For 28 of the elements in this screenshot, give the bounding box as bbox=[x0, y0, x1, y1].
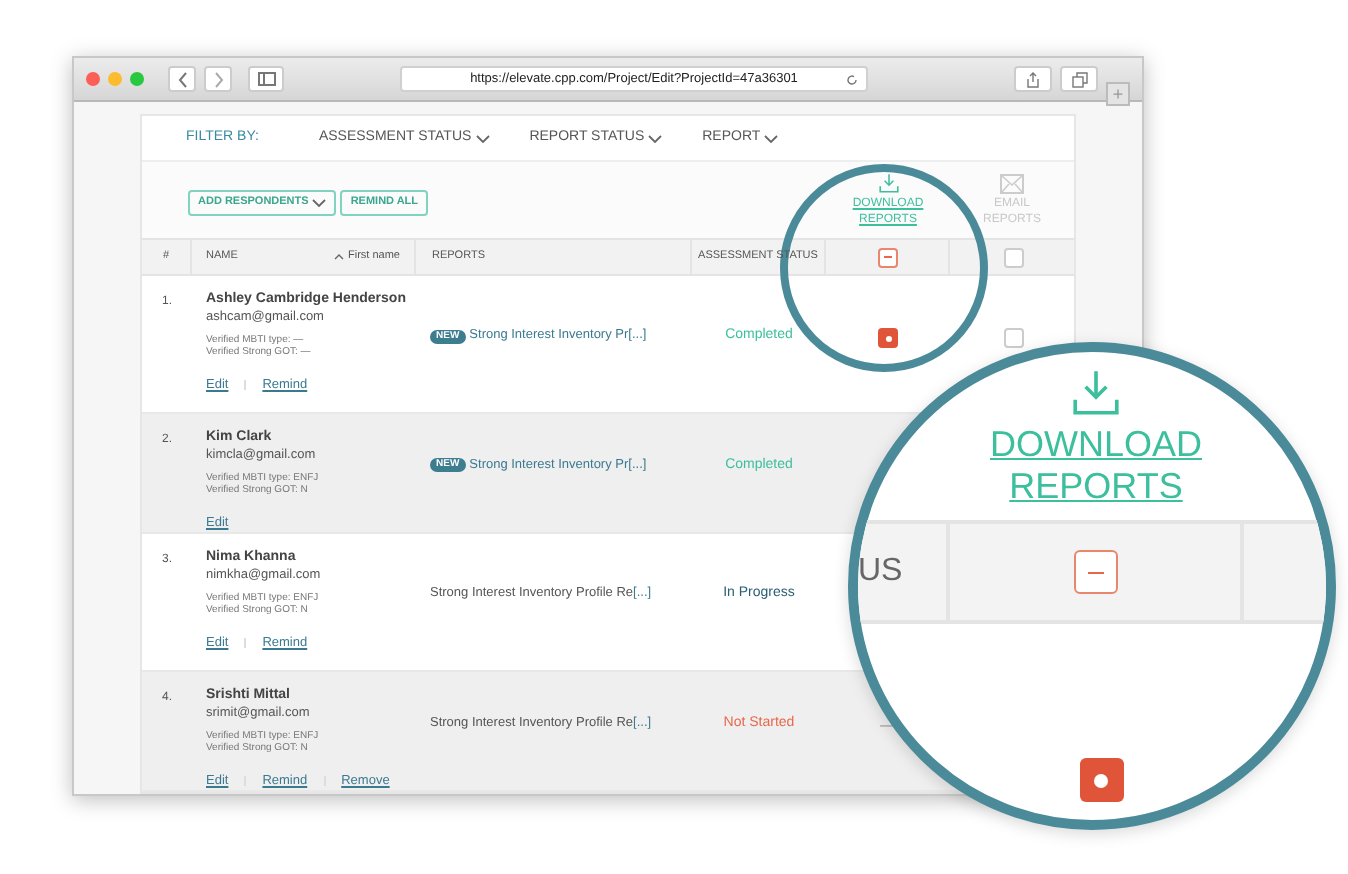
chevron-icon bbox=[764, 133, 779, 143]
column-header: US bbox=[858, 524, 950, 620]
forward-icon bbox=[213, 71, 223, 87]
tabs-icon bbox=[1071, 71, 1087, 87]
back-button[interactable] bbox=[168, 66, 196, 92]
reload-icon[interactable] bbox=[846, 73, 858, 85]
checkbox[interactable] bbox=[1004, 247, 1024, 267]
share-button[interactable] bbox=[1014, 66, 1052, 92]
chevron-icon bbox=[648, 133, 663, 143]
sidebar-button[interactable] bbox=[248, 66, 284, 92]
checkbox[interactable] bbox=[1079, 758, 1123, 802]
new-tab-button[interactable]: + bbox=[1106, 81, 1130, 105]
back-icon bbox=[177, 71, 187, 87]
tabs-button[interactable] bbox=[1060, 66, 1098, 92]
forward-button[interactable] bbox=[204, 66, 232, 92]
sort-up-icon bbox=[334, 254, 345, 260]
checkbox[interactable] bbox=[1004, 328, 1024, 348]
chevron-icon bbox=[312, 197, 327, 207]
checkbox[interactable] bbox=[878, 328, 898, 348]
chevron-icon bbox=[475, 133, 490, 143]
download-icon bbox=[877, 172, 899, 194]
checkbox[interactable] bbox=[877, 247, 897, 267]
envelope-icon bbox=[1000, 173, 1024, 193]
checkbox[interactable] bbox=[1073, 550, 1117, 594]
download-reports-link[interactable]: DOWNLOAD REPORTS bbox=[966, 424, 1226, 508]
download-icon bbox=[1070, 366, 1122, 418]
share-icon bbox=[1026, 71, 1040, 87]
sidebar-icon bbox=[257, 72, 275, 86]
